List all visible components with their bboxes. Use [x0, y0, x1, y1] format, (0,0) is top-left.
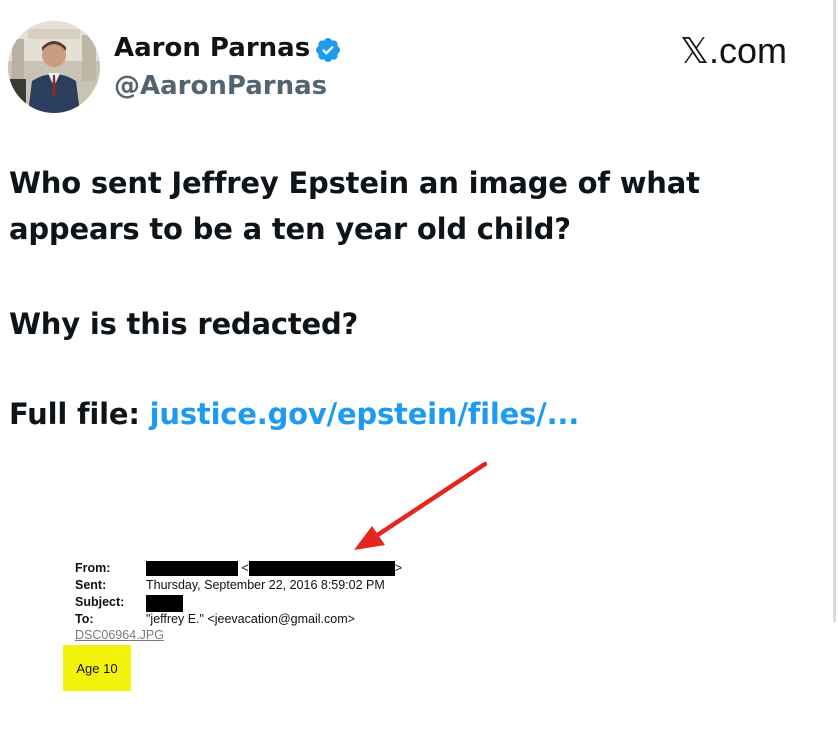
sent-value: Thursday, September 22, 2016 8:59:02 PM [146, 578, 385, 592]
redaction-bar [248, 561, 395, 577]
from-value: < > [146, 561, 403, 577]
angle-open: < [241, 561, 249, 575]
sent-label: Sent: [75, 578, 107, 592]
to-label: To: [75, 612, 94, 626]
redaction-bar [146, 595, 183, 612]
to-value: "jeffrey E." <jeevacation@gmail.com> [146, 612, 355, 626]
subject-label: Subject: [75, 595, 125, 609]
angle-close: > [394, 561, 403, 575]
age-highlight-note: Age 10 [63, 645, 131, 691]
attachment-filename: DSC06964.JPG [75, 628, 164, 642]
subject-value [146, 595, 183, 612]
from-label: From: [75, 561, 111, 575]
redaction-bar [146, 561, 238, 577]
